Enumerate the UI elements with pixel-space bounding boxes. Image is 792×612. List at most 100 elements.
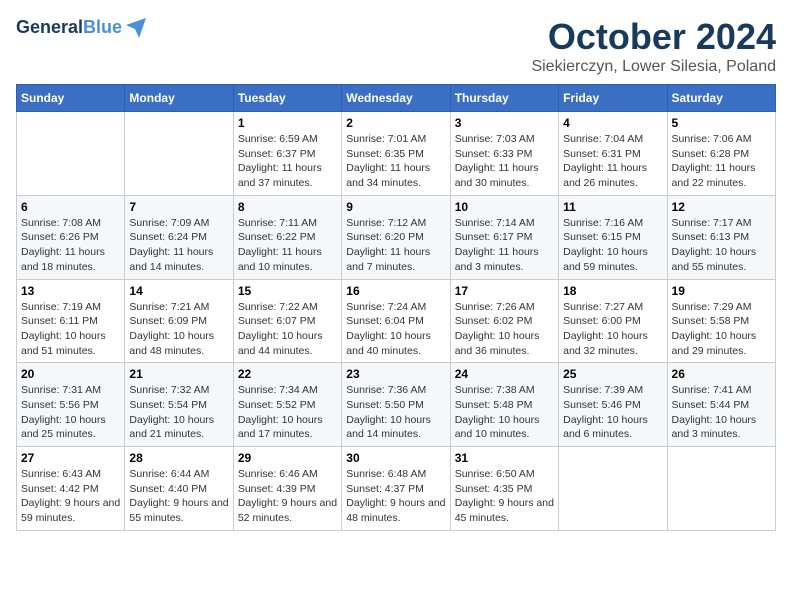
weekday-header: Tuesday: [233, 85, 341, 112]
day-number: 2: [346, 116, 445, 130]
calendar-cell: 7 Sunrise: 7:09 AM Sunset: 6:24 PM Daylig…: [125, 195, 233, 279]
day-info: Sunrise: 7:21 AM Sunset: 6:09 PM Dayligh…: [129, 300, 228, 359]
day-info: Sunrise: 7:32 AM Sunset: 5:54 PM Dayligh…: [129, 383, 228, 442]
title-block: October 2024 Siekierczyn, Lower Silesia,…: [531, 16, 776, 76]
day-number: 27: [21, 451, 120, 465]
day-number: 18: [563, 284, 662, 298]
calendar-cell: 31Sunrise: 6:50 AM Sunset: 4:35 PM Dayli…: [450, 447, 558, 531]
calendar-cell: 10Sunrise: 7:14 AM Sunset: 6:17 PM Dayli…: [450, 195, 558, 279]
weekday-header: Sunday: [17, 85, 125, 112]
calendar-cell: 9 Sunrise: 7:12 AM Sunset: 6:20 PM Daylig…: [342, 195, 450, 279]
calendar-cell: 28Sunrise: 6:44 AM Sunset: 4:40 PM Dayli…: [125, 447, 233, 531]
calendar-cell: 15Sunrise: 7:22 AM Sunset: 6:07 PM Dayli…: [233, 279, 341, 363]
calendar-cell: 26 Sunrise: 7:41 AM Sunset: 5:44 PM Dayli…: [667, 363, 775, 447]
calendar-cell: 2 Sunrise: 7:01 AM Sunset: 6:35 PM Daylig…: [342, 112, 450, 196]
day-info: Sunrise: 7:01 AM Sunset: 6:35 PM Dayligh…: [346, 132, 445, 191]
day-number: 26: [672, 367, 771, 381]
day-number: 3: [455, 116, 554, 130]
day-number: 9: [346, 200, 445, 214]
day-info: Sunrise: 7:06 AM Sunset: 6:28 PM Dayligh…: [672, 132, 771, 191]
weekday-header: Monday: [125, 85, 233, 112]
day-info: Sunrise: 6:48 AM Sunset: 4:37 PM Dayligh…: [346, 467, 445, 526]
calendar-table: SundayMondayTuesdayWednesdayThursdayFrid…: [16, 84, 776, 531]
month-title: October 2024: [531, 16, 776, 58]
calendar-cell: 4Sunrise: 7:04 AM Sunset: 6:31 PM Daylig…: [559, 112, 667, 196]
calendar-cell: 18 Sunrise: 7:27 AM Sunset: 6:00 PM Dayli…: [559, 279, 667, 363]
calendar-cell: 23Sunrise: 7:36 AM Sunset: 5:50 PM Dayli…: [342, 363, 450, 447]
calendar-cell: 27 Sunrise: 6:43 AM Sunset: 4:42 PM Dayli…: [17, 447, 125, 531]
day-info: Sunrise: 7:31 AM Sunset: 5:56 PM Dayligh…: [21, 383, 120, 442]
page-header: GeneralBlue October 2024 Siekierczyn, Lo…: [16, 16, 776, 76]
calendar-cell: 6Sunrise: 7:08 AM Sunset: 6:26 PM Daylig…: [17, 195, 125, 279]
calendar-cell: 11 Sunrise: 7:16 AM Sunset: 6:15 PM Dayli…: [559, 195, 667, 279]
day-number: 12: [672, 200, 771, 214]
day-info: Sunrise: 7:38 AM Sunset: 5:48 PM Dayligh…: [455, 383, 554, 442]
day-info: Sunrise: 6:59 AM Sunset: 6:37 PM Dayligh…: [238, 132, 337, 191]
day-number: 7: [129, 200, 228, 214]
day-number: 20: [21, 367, 120, 381]
day-number: 13: [21, 284, 120, 298]
calendar-header: SundayMondayTuesdayWednesdayThursdayFrid…: [17, 85, 776, 112]
day-number: 8: [238, 200, 337, 214]
calendar-cell: 29 Sunrise: 6:46 AM Sunset: 4:39 PM Dayli…: [233, 447, 341, 531]
location-subtitle: Siekierczyn, Lower Silesia, Poland: [531, 58, 776, 76]
day-info: Sunrise: 7:12 AM Sunset: 6:20 PM Dayligh…: [346, 216, 445, 275]
calendar-cell: [559, 447, 667, 531]
logo: GeneralBlue: [16, 16, 148, 40]
calendar-cell: 19 Sunrise: 7:29 AM Sunset: 5:58 PM Dayli…: [667, 279, 775, 363]
calendar-cell: 25 Sunrise: 7:39 AM Sunset: 5:46 PM Dayli…: [559, 363, 667, 447]
day-info: Sunrise: 6:46 AM Sunset: 4:39 PM Dayligh…: [238, 467, 337, 526]
calendar-cell: 17 Sunrise: 7:26 AM Sunset: 6:02 PM Dayli…: [450, 279, 558, 363]
day-info: Sunrise: 7:19 AM Sunset: 6:11 PM Dayligh…: [21, 300, 120, 359]
day-number: 16: [346, 284, 445, 298]
day-number: 21: [129, 367, 228, 381]
day-info: Sunrise: 6:50 AM Sunset: 4:35 PM Dayligh…: [455, 467, 554, 526]
calendar-cell: 12 Sunrise: 7:17 AM Sunset: 6:13 PM Dayli…: [667, 195, 775, 279]
calendar-cell: 8 Sunrise: 7:11 AM Sunset: 6:22 PM Daylig…: [233, 195, 341, 279]
day-info: Sunrise: 7:16 AM Sunset: 6:15 PM Dayligh…: [563, 216, 662, 275]
day-number: 17: [455, 284, 554, 298]
calendar-cell: 16 Sunrise: 7:24 AM Sunset: 6:04 PM Dayli…: [342, 279, 450, 363]
day-info: Sunrise: 7:39 AM Sunset: 5:46 PM Dayligh…: [563, 383, 662, 442]
calendar-cell: 13 Sunrise: 7:19 AM Sunset: 6:11 PM Dayli…: [17, 279, 125, 363]
calendar-cell: 20 Sunrise: 7:31 AM Sunset: 5:56 PM Dayli…: [17, 363, 125, 447]
day-number: 11: [563, 200, 662, 214]
day-info: Sunrise: 7:36 AM Sunset: 5:50 PM Dayligh…: [346, 383, 445, 442]
calendar-cell: [17, 112, 125, 196]
day-info: Sunrise: 6:43 AM Sunset: 4:42 PM Dayligh…: [21, 467, 120, 526]
weekday-header: Wednesday: [342, 85, 450, 112]
day-info: Sunrise: 7:11 AM Sunset: 6:22 PM Dayligh…: [238, 216, 337, 275]
day-number: 22: [238, 367, 337, 381]
day-number: 14: [129, 284, 228, 298]
day-info: Sunrise: 7:34 AM Sunset: 5:52 PM Dayligh…: [238, 383, 337, 442]
calendar-cell: [125, 112, 233, 196]
calendar-cell: 3 Sunrise: 7:03 AM Sunset: 6:33 PM Daylig…: [450, 112, 558, 196]
calendar-cell: 24 Sunrise: 7:38 AM Sunset: 5:48 PM Dayli…: [450, 363, 558, 447]
day-info: Sunrise: 7:29 AM Sunset: 5:58 PM Dayligh…: [672, 300, 771, 359]
day-number: 5: [672, 116, 771, 130]
day-number: 30: [346, 451, 445, 465]
day-info: Sunrise: 7:26 AM Sunset: 6:02 PM Dayligh…: [455, 300, 554, 359]
logo-bird-icon: [124, 16, 148, 40]
calendar-cell: 5 Sunrise: 7:06 AM Sunset: 6:28 PM Daylig…: [667, 112, 775, 196]
day-info: Sunrise: 7:24 AM Sunset: 6:04 PM Dayligh…: [346, 300, 445, 359]
calendar-cell: [667, 447, 775, 531]
day-info: Sunrise: 7:27 AM Sunset: 6:00 PM Dayligh…: [563, 300, 662, 359]
day-number: 1: [238, 116, 337, 130]
day-number: 19: [672, 284, 771, 298]
logo-text: GeneralBlue: [16, 18, 122, 38]
calendar-cell: 14 Sunrise: 7:21 AM Sunset: 6:09 PM Dayli…: [125, 279, 233, 363]
day-number: 29: [238, 451, 337, 465]
day-number: 24: [455, 367, 554, 381]
calendar-cell: 30 Sunrise: 6:48 AM Sunset: 4:37 PM Dayli…: [342, 447, 450, 531]
calendar-cell: 21 Sunrise: 7:32 AM Sunset: 5:54 PM Dayli…: [125, 363, 233, 447]
day-number: 4: [563, 116, 662, 130]
day-number: 25: [563, 367, 662, 381]
weekday-header: Friday: [559, 85, 667, 112]
day-info: Sunrise: 7:17 AM Sunset: 6:13 PM Dayligh…: [672, 216, 771, 275]
day-info: Sunrise: 7:03 AM Sunset: 6:33 PM Dayligh…: [455, 132, 554, 191]
weekday-header: Thursday: [450, 85, 558, 112]
day-info: Sunrise: 7:09 AM Sunset: 6:24 PM Dayligh…: [129, 216, 228, 275]
day-info: Sunrise: 6:44 AM Sunset: 4:40 PM Dayligh…: [129, 467, 228, 526]
day-info: Sunrise: 7:41 AM Sunset: 5:44 PM Dayligh…: [672, 383, 771, 442]
